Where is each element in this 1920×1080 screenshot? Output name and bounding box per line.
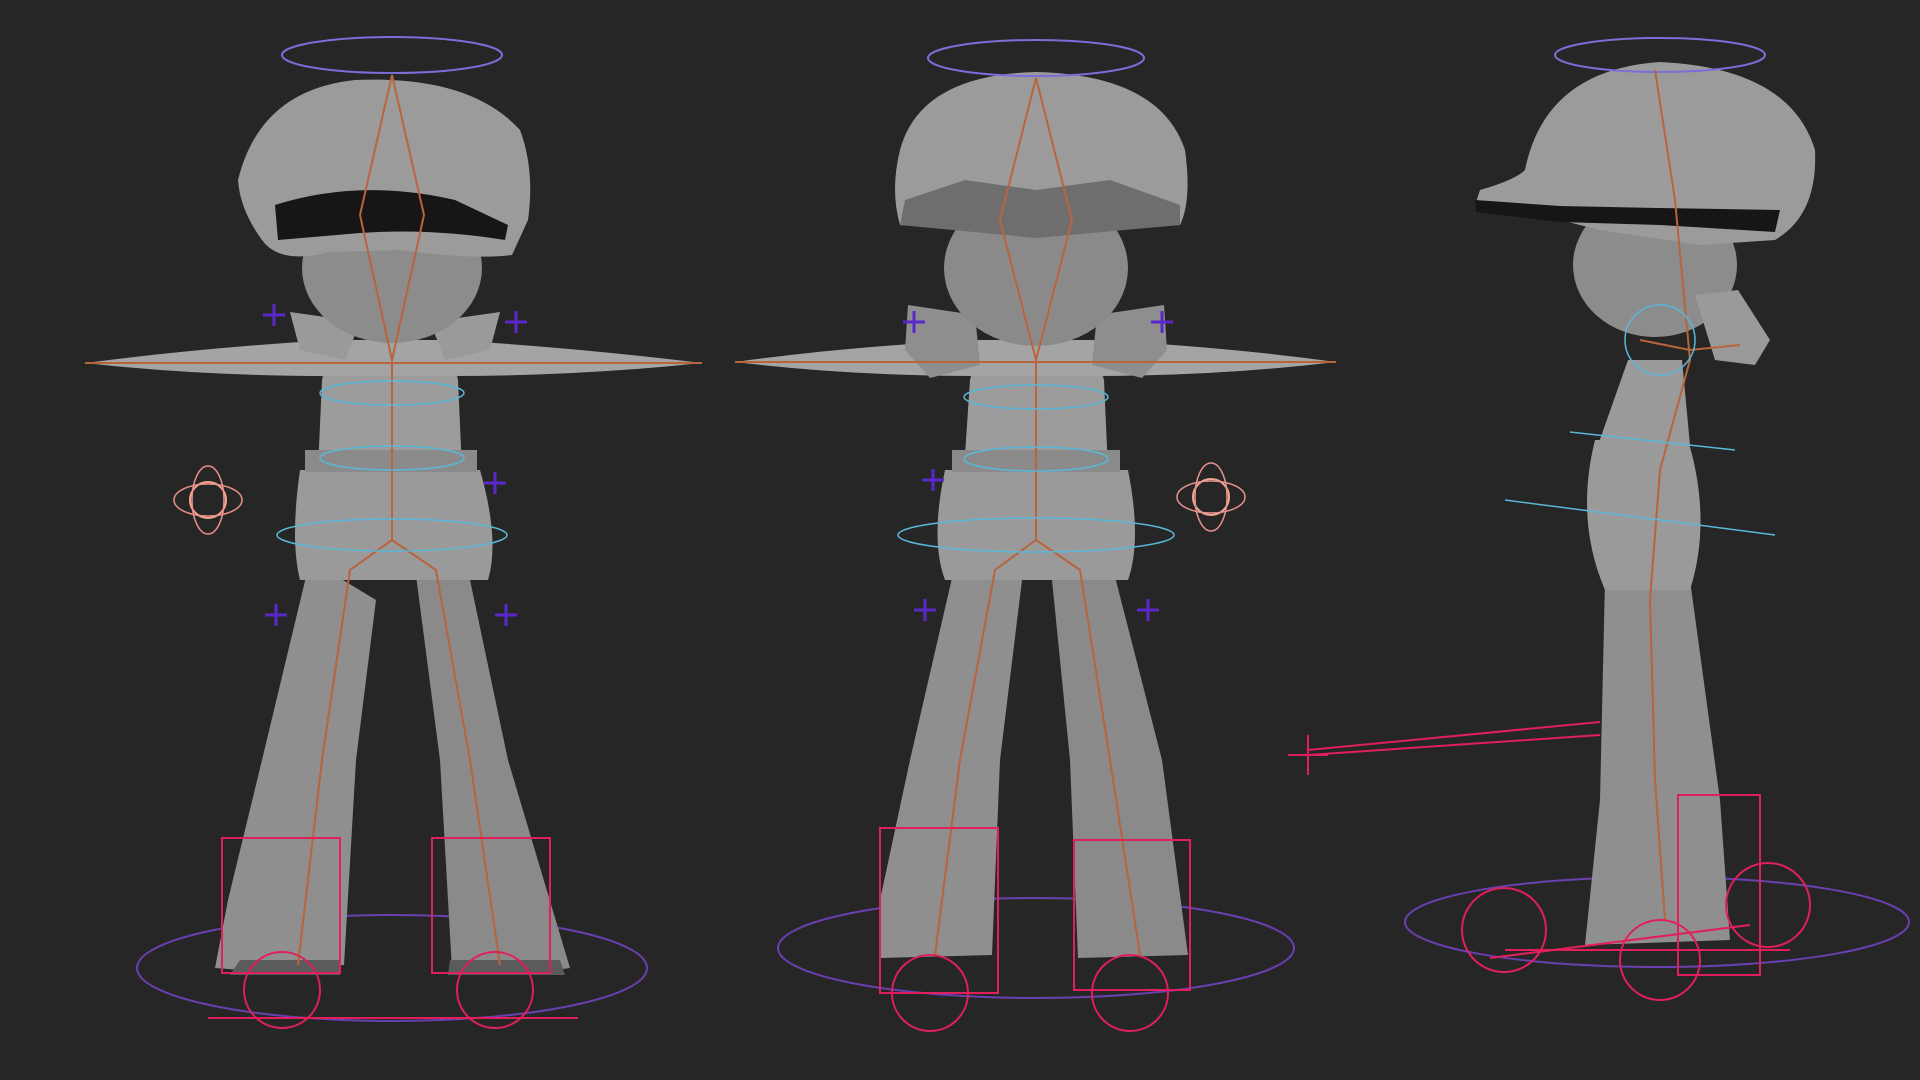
hips-mesh bbox=[295, 470, 493, 580]
eye-control-icon[interactable] bbox=[173, 465, 243, 535]
side-view-character[interactable] bbox=[1288, 37, 1910, 1001]
head-halo-control[interactable] bbox=[281, 36, 503, 74]
foot-ground-control[interactable] bbox=[777, 897, 1295, 999]
foot-ground-control[interactable] bbox=[136, 914, 648, 1022]
eye-control-icon[interactable] bbox=[1176, 462, 1246, 532]
head-halo-control[interactable] bbox=[927, 39, 1145, 77]
front-view-character[interactable] bbox=[85, 36, 702, 1029]
ponytail-mesh bbox=[1695, 290, 1770, 365]
leg-mesh bbox=[1585, 580, 1730, 945]
3d-viewport[interactable] bbox=[0, 0, 1920, 1080]
back-view-character[interactable] bbox=[735, 39, 1336, 1032]
arms-mesh bbox=[85, 340, 702, 376]
left-leg-mesh bbox=[215, 560, 376, 972]
pole-vector-icon[interactable] bbox=[1288, 721, 1601, 775]
